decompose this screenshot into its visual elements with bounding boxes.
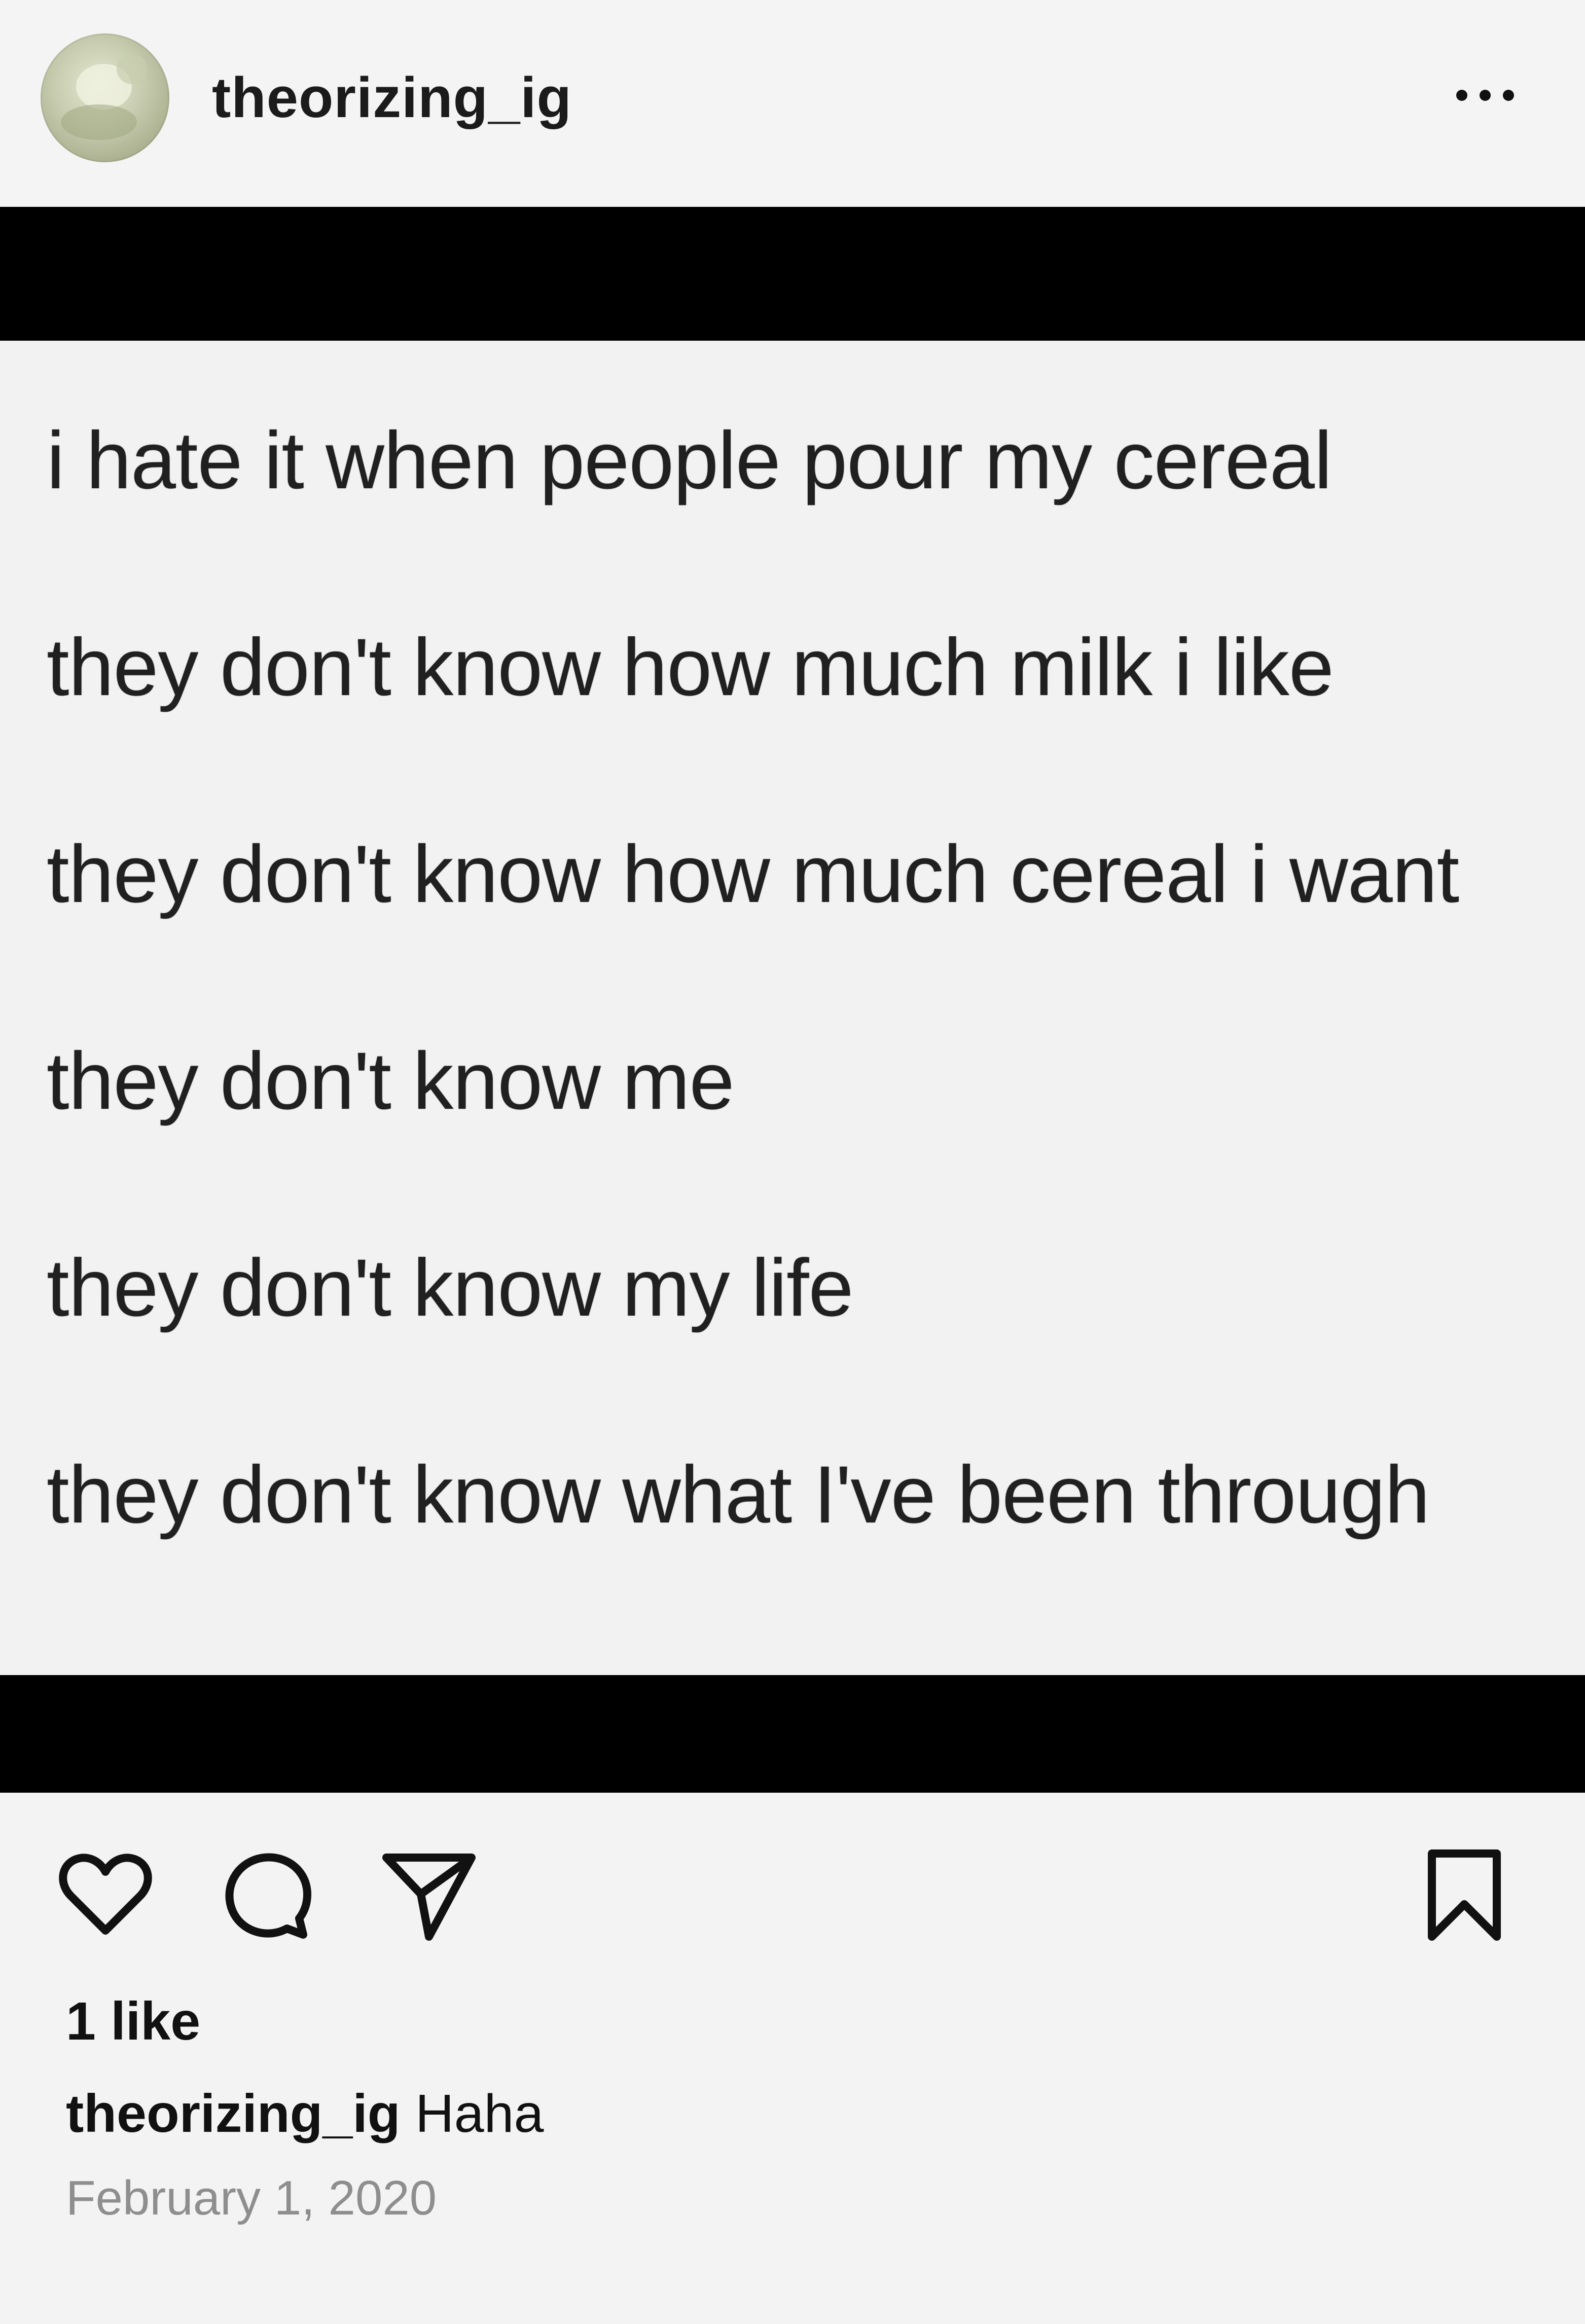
avatar-image-detail (117, 54, 147, 84)
post-image[interactable]: i hate it when people pour my cereal the… (0, 207, 1585, 1793)
meme-text-line: they don't know how much milk i like (47, 622, 1334, 712)
comment-icon (225, 1853, 311, 1939)
heart-icon (59, 1854, 152, 1935)
more-options-button[interactable] (1456, 80, 1527, 111)
meme-text-line: they don't know how much cereal i want (47, 828, 1459, 919)
meme-text-line: they don't know me (47, 1035, 735, 1126)
more-horizontal-icon (1480, 90, 1491, 101)
share-button[interactable] (378, 1843, 480, 1945)
meme-text-line: they don't know my life (47, 1242, 854, 1333)
avatar-image-detail (61, 104, 137, 140)
caption-username-link[interactable]: theorizing_ig (66, 2084, 401, 2144)
likes-count[interactable]: 1 like (66, 1988, 200, 2054)
meme-text-line: i hate it when people pour my cereal (47, 415, 1332, 505)
letterbox-bar-bottom (0, 1675, 1585, 1793)
letterbox-bar-top (0, 207, 1585, 341)
comment-button[interactable] (216, 1843, 317, 1945)
action-bar (0, 1793, 1585, 1975)
post-header: theorizing_ig (0, 0, 1585, 207)
caption-text: Haha (415, 2084, 544, 2144)
post-date: February 1, 2020 (66, 2171, 437, 2225)
more-horizontal-icon (1456, 90, 1467, 101)
more-horizontal-icon (1503, 90, 1514, 101)
save-button[interactable] (1414, 1843, 1515, 1945)
avatar[interactable] (41, 33, 169, 162)
username-link[interactable]: theorizing_ig (212, 60, 572, 136)
share-icon (382, 1854, 476, 1941)
caption: theorizing_ig Haha (66, 2081, 544, 2147)
like-button[interactable] (55, 1843, 156, 1945)
bookmark-icon (1428, 1849, 1501, 1941)
meme-text-line: they don't know what I've been through (47, 1449, 1430, 1540)
